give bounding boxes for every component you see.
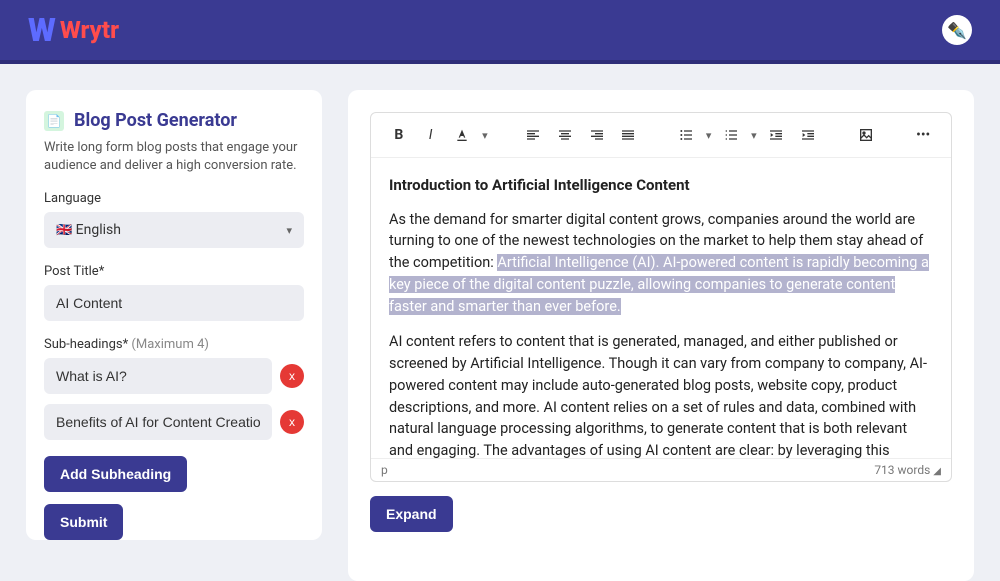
sidebar-title: Blog Post Generator [74, 110, 237, 131]
chevron-down-icon[interactable]: ▾ [482, 129, 488, 142]
avatar[interactable]: ✒️ [942, 15, 972, 45]
breadcrumb-path: p [381, 463, 388, 477]
sidebar: 📄 Blog Post Generator Write long form bl… [26, 90, 322, 540]
content-paragraph: As the demand for smarter digital conten… [389, 209, 933, 318]
align-justify-button[interactable] [617, 123, 641, 147]
chevron-down-icon: ▾ [286, 224, 292, 237]
sidebar-desc: Write long form blog posts that engage y… [44, 139, 304, 175]
language-value: English [76, 222, 121, 238]
add-subheading-button[interactable]: Add Subheading [44, 456, 187, 492]
language-select[interactable]: 🇬🇧 English ▾ [44, 212, 304, 248]
language-label: Language [44, 191, 304, 206]
resize-handle-icon[interactable]: ◢ [933, 466, 941, 477]
post-title-label: Post Title* [44, 264, 304, 279]
content-paragraph: AI content refers to content that is gen… [389, 331, 933, 458]
image-button[interactable] [854, 123, 878, 147]
main-panel: B I ▾ ▾ ▾ ••• [348, 90, 974, 581]
outdent-button[interactable] [765, 123, 789, 147]
logo[interactable]: W Wrytr [28, 11, 119, 49]
align-center-button[interactable] [553, 123, 577, 147]
generator-icon: 📄 [44, 111, 64, 131]
avatar-icon: ✒️ [947, 21, 967, 40]
bullet-list-button[interactable] [674, 123, 698, 147]
subheading-input-1[interactable] [44, 358, 272, 394]
editor: B I ▾ ▾ ▾ ••• [370, 112, 952, 482]
flag-icon: 🇬🇧 [56, 223, 72, 238]
align-left-button[interactable] [521, 123, 545, 147]
italic-button[interactable]: I [419, 123, 443, 147]
editor-footer: p 713 words ◢ [371, 458, 951, 481]
bold-button[interactable]: B [387, 123, 411, 147]
chevron-down-icon[interactable]: ▾ [751, 129, 757, 142]
expand-button[interactable]: Expand [370, 496, 453, 532]
subheadings-label: Sub-headings* (Maximum 4) [44, 337, 304, 352]
indent-button[interactable] [796, 123, 820, 147]
subheading-input-2[interactable] [44, 404, 272, 440]
chevron-down-icon[interactable]: ▾ [706, 129, 712, 142]
logo-text: Wrytr [60, 16, 119, 44]
submit-button[interactable]: Submit [44, 504, 123, 540]
app-header: W Wrytr ✒️ [0, 0, 1000, 64]
content-heading: Introduction to Artificial Intelligence … [389, 174, 933, 197]
editor-toolbar: B I ▾ ▾ ▾ ••• [371, 113, 951, 158]
text-color-button[interactable] [450, 123, 474, 147]
logo-mark: W [28, 11, 54, 49]
numbered-list-button[interactable] [719, 123, 743, 147]
remove-subheading-button[interactable]: x [280, 364, 304, 388]
more-button[interactable]: ••• [911, 123, 935, 147]
remove-subheading-button[interactable]: x [280, 410, 304, 434]
word-count: 713 words [874, 463, 930, 477]
subheadings-max: (Maximum 4) [131, 337, 209, 352]
editor-content[interactable]: Introduction to Artificial Intelligence … [371, 158, 951, 458]
align-right-button[interactable] [585, 123, 609, 147]
post-title-input[interactable] [44, 285, 304, 321]
